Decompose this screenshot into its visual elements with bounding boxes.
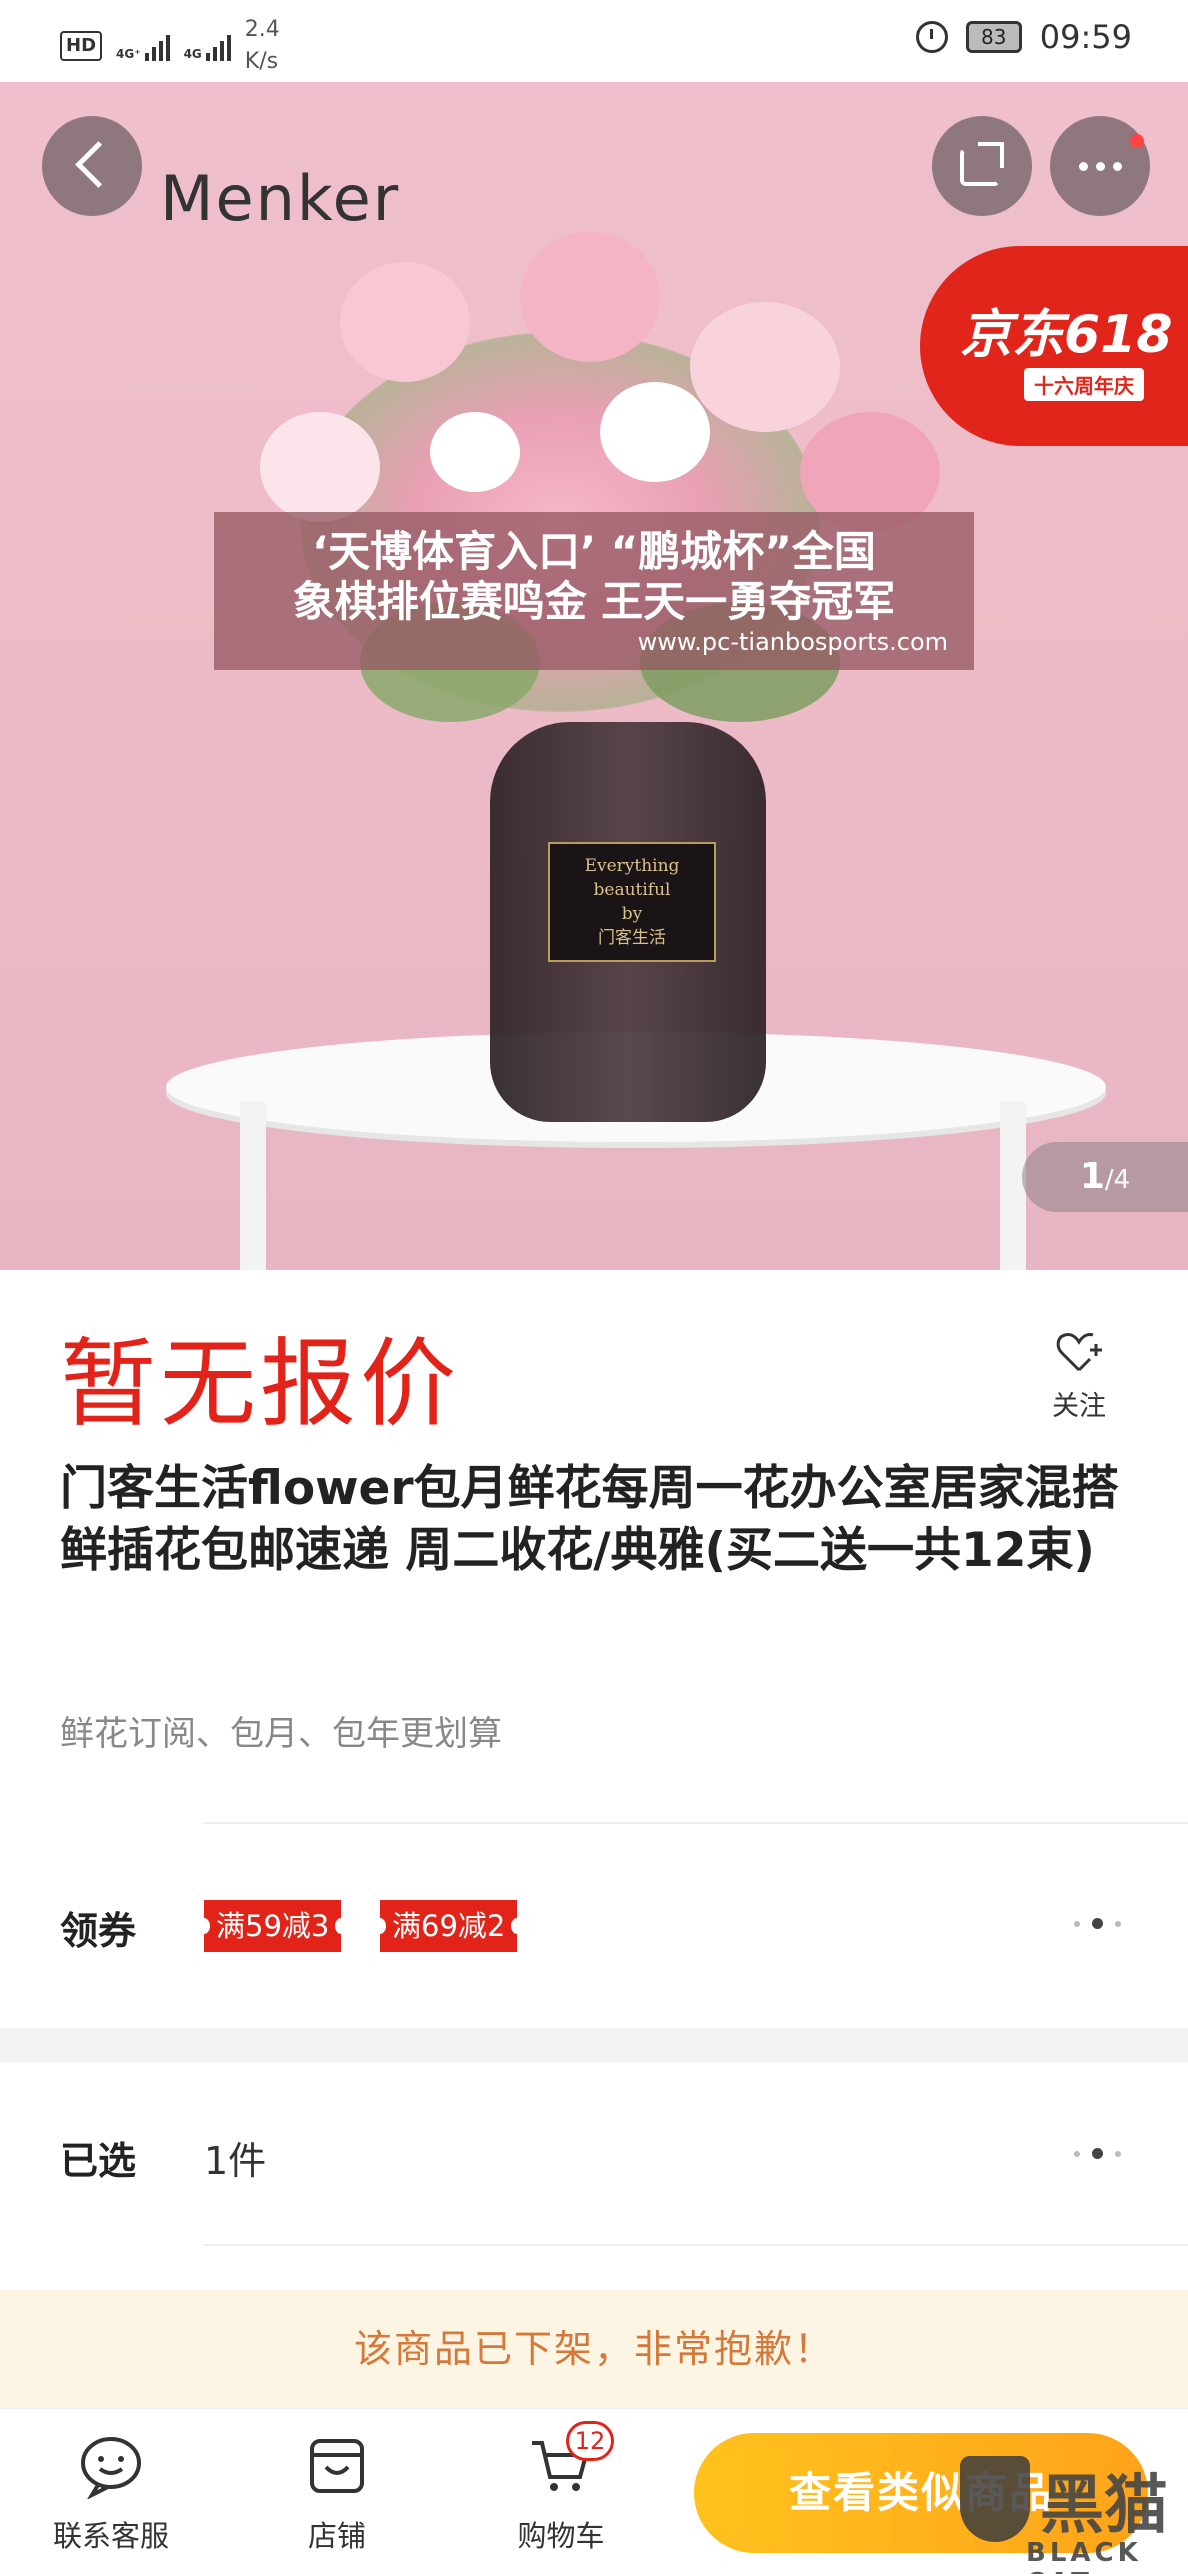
divider	[204, 2244, 1188, 2246]
status-left: HD 4G⁺ 4G 2.4 K/s	[60, 14, 280, 78]
battery-indicator: 83	[965, 21, 1022, 53]
follow-button[interactable]: 关注	[1046, 1326, 1112, 1423]
product-image-carousel[interactable]: Menker Everything beautiful by 门客生活 ‘天博体…	[0, 82, 1188, 1270]
delisted-notice: 该商品已下架，非常抱歉！	[0, 2290, 1188, 2408]
product-title: 门客生活flower包月鲜花每周一花办公室居家混搭鲜插花包邮速递 周二收花/典雅…	[60, 1461, 1119, 1578]
status-right: 83 09:59	[915, 18, 1132, 56]
chat-face-icon	[78, 2433, 144, 2500]
signal-2-icon: 4G	[184, 31, 231, 61]
selected-label: 已选	[60, 2139, 137, 2183]
share-button[interactable]	[932, 116, 1032, 216]
price-text: 暂无报价	[60, 1328, 460, 1440]
vase-label: Everything beautiful by 门客生活	[548, 842, 716, 962]
tab-store[interactable]: 店铺	[252, 2433, 422, 2555]
product-subtitle: 鲜花订阅、包月、包年更划算	[60, 1714, 502, 1754]
coupon-label: 领券	[60, 1909, 137, 1953]
more-dots-icon[interactable]	[1074, 2148, 1121, 2159]
blackcat-watermark-logo: 黑猫 BLACK CAT	[960, 2452, 1188, 2574]
jd-618-badge: 京东618 十六周年庆	[920, 246, 1188, 446]
selected-card[interactable]	[0, 2062, 1188, 2292]
section-gap	[0, 2028, 1188, 2062]
table-leg	[240, 1102, 266, 1270]
brand-logo-text: Menker	[160, 162, 401, 235]
coupon-tag[interactable]: 满59减3	[197, 1900, 348, 1952]
image-pager: 1/4	[1022, 1142, 1188, 1212]
status-bar: HD 4G⁺ 4G 2.4 K/s 83 09:59	[0, 0, 1188, 82]
clock: 09:59	[1039, 18, 1132, 56]
hd-indicator: HD	[60, 31, 103, 61]
cart-icon: 12	[528, 2421, 614, 2499]
cart-count-badge: 12	[566, 2421, 614, 2461]
store-icon	[304, 2433, 370, 2499]
selected-value: 1件	[204, 2139, 267, 2183]
more-button[interactable]	[1050, 116, 1150, 216]
ad-watermark-overlay: ‘天博体育入口’ “鹏城杯”全国 象棋排位赛鸣金 王天一勇夺冠军 www.pc-…	[214, 512, 974, 670]
back-button[interactable]	[42, 116, 142, 216]
table-leg	[1000, 1102, 1026, 1270]
heart-plus-icon	[1054, 1326, 1104, 1376]
tab-customer-service[interactable]: 联系客服	[26, 2433, 196, 2555]
network-speed: 2.4 K/s	[244, 17, 280, 74]
cat-shield-icon	[960, 2456, 1030, 2542]
alarm-icon	[915, 21, 948, 53]
notification-dot	[1130, 134, 1144, 148]
signal-1-icon: 4G⁺	[116, 31, 170, 61]
tab-cart[interactable]: 12 购物车	[476, 2421, 646, 2555]
coupon-tag[interactable]: 满69减2	[373, 1900, 524, 1952]
more-dots-icon[interactable]	[1074, 1918, 1121, 1929]
divider	[204, 1822, 1188, 1824]
